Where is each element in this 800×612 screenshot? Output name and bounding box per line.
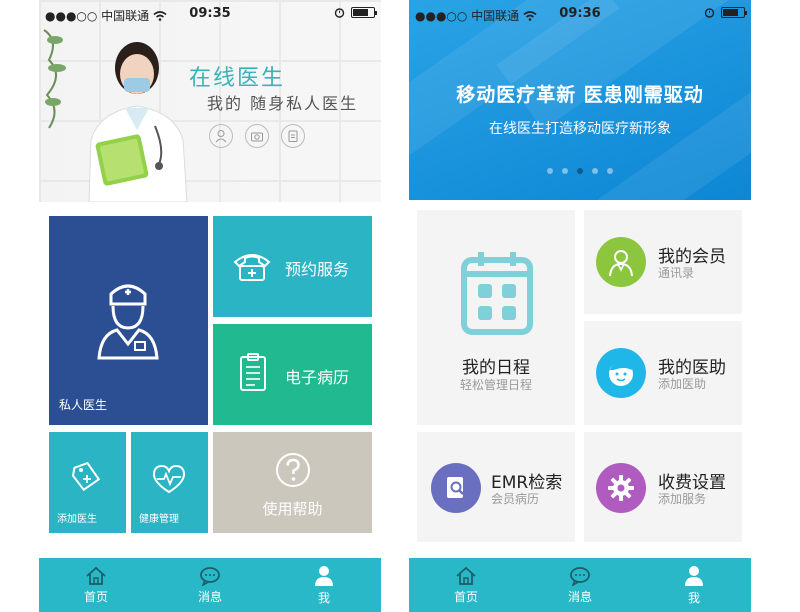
carousel-dots[interactable]	[409, 168, 751, 174]
tab-messages-label: 消息	[567, 589, 592, 604]
alarm-icon	[334, 8, 345, 18]
document-search-icon	[431, 463, 481, 513]
question-icon	[276, 453, 310, 487]
doctor-avatar-icon	[209, 124, 233, 148]
tab-home[interactable]: 首页	[409, 558, 523, 612]
card-members[interactable]: 我的会员 通讯录	[584, 210, 742, 314]
tile-health[interactable]: 健康管理	[131, 432, 208, 533]
carousel-dot[interactable]	[592, 168, 598, 174]
banner-subline: 在线医生打造移动医疗新形象	[489, 121, 671, 137]
gear-icon	[596, 463, 646, 513]
tile-help[interactable]: 使用帮助	[213, 432, 372, 533]
carousel-dot-active[interactable]	[577, 168, 583, 174]
card-fee-settings[interactable]: 收费设置 添加服务	[584, 432, 742, 542]
card-emr-search-sub: 会员病历	[491, 492, 540, 506]
alarm-icon	[704, 8, 715, 18]
tab-me-label: 我	[687, 590, 700, 605]
tab-home[interactable]: 首页	[39, 558, 153, 612]
home-icon	[86, 566, 106, 585]
tab-messages[interactable]: 消息	[523, 558, 637, 612]
heart-pulse-icon	[152, 464, 186, 494]
bottom-tab-bar: 首页 消息 我	[409, 558, 751, 612]
phone-icon	[233, 254, 271, 281]
status-bar: ●●●○○ 中国联通 09:36	[409, 0, 751, 28]
tile-add-doctor-label: 添加医生	[57, 514, 97, 525]
promo-banner[interactable]: 移动医疗革新 医患刚需驱动 在线医生打造移动医疗新形象	[409, 0, 751, 200]
doctor-banner[interactable]: 在线医生 我的 随身私人医生	[39, 0, 381, 202]
tile-appointment-label: 预约服务	[285, 260, 350, 279]
tab-me[interactable]: 我	[637, 558, 751, 612]
doctor-photo	[88, 42, 188, 202]
tag-icon	[71, 461, 101, 492]
banner-icon-row	[209, 124, 305, 148]
card-fee-settings-sub: 添加服务	[658, 492, 707, 506]
status-bar: ●●●○○ 中国联通 09:35	[39, 0, 381, 28]
carousel-dot[interactable]	[547, 168, 553, 174]
card-emr-search[interactable]: EMR检索 会员病历	[417, 432, 575, 542]
card-members-sub: 通讯录	[658, 266, 695, 280]
tab-home-label: 首页	[83, 589, 108, 604]
card-schedule-title: 我的日程	[462, 358, 530, 378]
plant-decoration	[43, 29, 66, 129]
banner-title: 在线医生	[189, 66, 286, 91]
calendar-icon	[461, 252, 533, 335]
tab-home-label: 首页	[453, 589, 478, 604]
tile-help-label: 使用帮助	[262, 500, 323, 518]
clock-time: 09:35	[189, 6, 231, 21]
medical-record-icon	[240, 353, 266, 391]
carousel-dot[interactable]	[607, 168, 613, 174]
status-right-icons	[334, 7, 377, 18]
clock-time: 09:36	[559, 6, 601, 21]
bottom-tab-bar: 首页 消息 我	[39, 558, 381, 612]
tile-add-doctor[interactable]: 添加医生	[49, 432, 126, 533]
clipboard-icon	[281, 124, 305, 148]
assistant-face-icon	[596, 348, 646, 398]
user-icon	[685, 565, 703, 586]
tile-appointment[interactable]: 预约服务	[213, 216, 372, 317]
banner-headline: 移动医疗革新 医患刚需驱动	[456, 84, 704, 106]
battery-icon	[721, 7, 747, 18]
tile-emr[interactable]: 电子病历	[213, 324, 372, 425]
member-avatar-icon	[596, 237, 646, 287]
tile-emr-label: 电子病历	[285, 368, 350, 387]
user-icon	[315, 565, 333, 586]
tab-me[interactable]: 我	[267, 558, 381, 612]
card-assistant[interactable]: 我的医助 添加医助	[584, 321, 742, 425]
tab-messages-label: 消息	[197, 589, 222, 604]
camera-icon	[245, 124, 269, 148]
nurse-icon	[97, 284, 159, 360]
tile-private-doctor-label: 私人医生	[59, 398, 108, 412]
chat-bubble-icon	[570, 566, 590, 586]
card-schedule-sub: 轻松管理日程	[459, 378, 532, 392]
tile-private-doctor[interactable]: 私人医生	[49, 216, 208, 425]
banner-subtitle: 我的 随身私人医生	[207, 94, 359, 113]
carousel-dot[interactable]	[562, 168, 568, 174]
tab-me-label: 我	[317, 590, 330, 605]
card-schedule[interactable]: 我的日程 轻松管理日程	[417, 210, 575, 425]
battery-icon	[351, 7, 377, 18]
status-right-icons	[704, 7, 747, 18]
home-icon	[456, 566, 476, 585]
card-assistant-sub: 添加医助	[658, 377, 707, 391]
tab-messages[interactable]: 消息	[153, 558, 267, 612]
chat-bubble-icon	[200, 566, 220, 586]
right-phone-screen: 移动医疗革新 医患刚需驱动 在线医生打造移动医疗新形象 ●●●○○ 中国联通 0…	[409, 0, 751, 612]
tile-health-label: 健康管理	[139, 514, 179, 525]
left-phone-screen: 在线医生 我的 随身私人医生 ●●●○○ 中国联通 09:35 私人医生 预约服…	[39, 0, 381, 612]
